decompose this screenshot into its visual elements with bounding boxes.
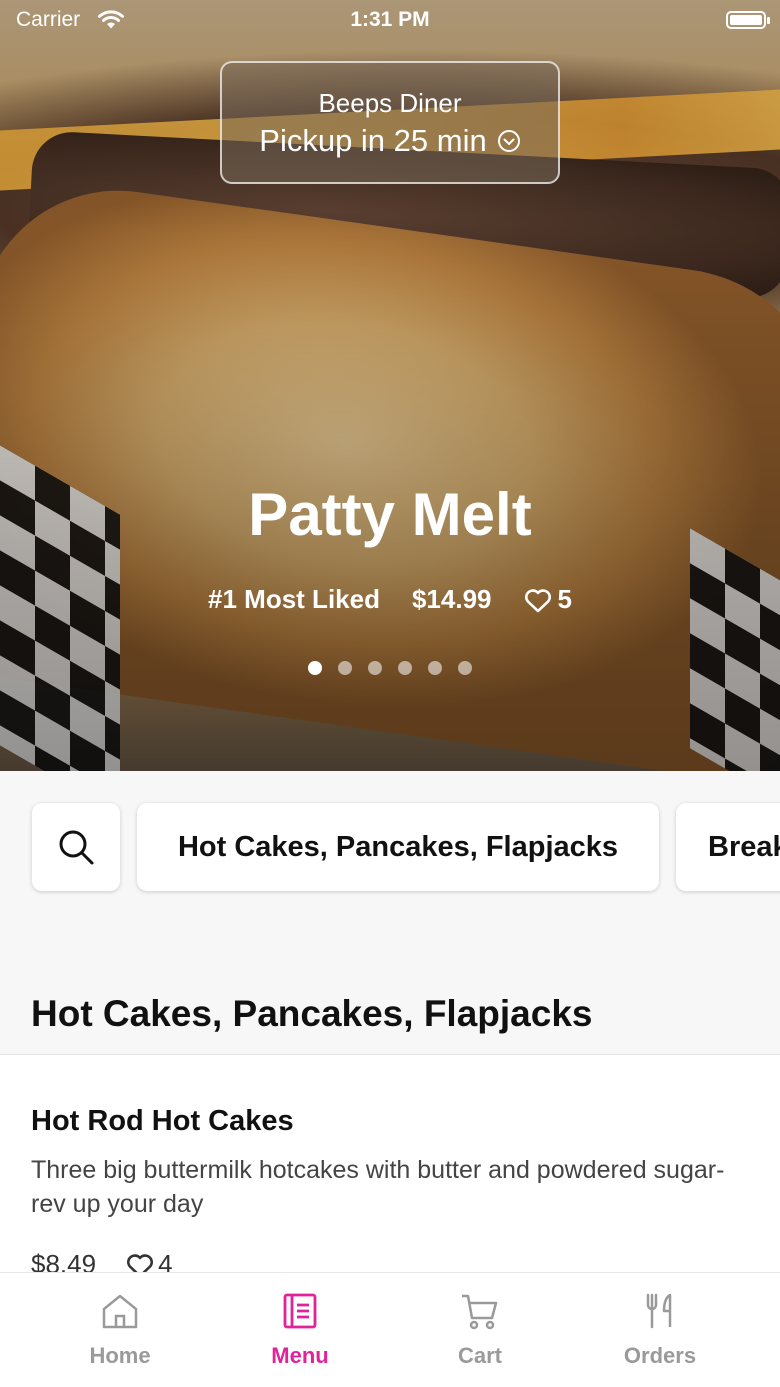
menu-item[interactable]: Hot Rod Hot Cakes Three big buttermilk h… bbox=[0, 1054, 780, 1294]
carousel-dots[interactable] bbox=[0, 661, 780, 675]
chevron-down-circle-icon bbox=[497, 130, 520, 152]
hero-price: $14.99 bbox=[411, 584, 492, 614]
carousel-dot[interactable] bbox=[398, 661, 412, 675]
restaurant-name: Beeps Diner bbox=[318, 88, 462, 118]
tab-orders[interactable]: Orders bbox=[570, 1291, 750, 1369]
menu-item-name: Hot Rod Hot Cakes bbox=[31, 1105, 294, 1137]
search-icon bbox=[59, 830, 94, 865]
menu-icon bbox=[283, 1293, 317, 1329]
category-chip[interactable]: Hot Cakes, Pancakes, Flapjacks bbox=[137, 803, 659, 891]
hero-rank: #1 Most Liked bbox=[208, 584, 380, 614]
tab-cart[interactable]: Cart bbox=[390, 1291, 570, 1369]
status-bar: Carrier 1:31 PM bbox=[0, 0, 780, 40]
section-title: Hot Cakes, Pancakes, Flapjacks bbox=[31, 993, 593, 1034]
carousel-dot[interactable] bbox=[458, 661, 472, 675]
carousel-dot[interactable] bbox=[428, 661, 442, 675]
carousel-dot[interactable] bbox=[368, 661, 382, 675]
carousel-dot[interactable] bbox=[338, 661, 352, 675]
hero-meta: #1 Most Liked $14.99 5 bbox=[0, 584, 780, 615]
tab-menu-label: Menu bbox=[271, 1343, 329, 1368]
tab-menu[interactable]: Menu bbox=[210, 1291, 390, 1369]
menu-item-description: Three big buttermilk hotcakes with butte… bbox=[31, 1156, 725, 1218]
category-bar: Hot Cakes, Pancakes, Flapjacks Breakfast bbox=[0, 771, 780, 941]
category-chip[interactable]: Breakfast bbox=[676, 803, 780, 891]
home-icon bbox=[102, 1294, 138, 1329]
tab-cart-label: Cart bbox=[457, 1343, 502, 1368]
tab-home[interactable]: Home bbox=[30, 1291, 210, 1369]
status-time: 1:31 PM bbox=[350, 8, 430, 31]
tab-bar: Home Menu Cart Orders bbox=[0, 1272, 780, 1387]
pickup-eta-label: Pickup in 25 min bbox=[259, 123, 487, 158]
carousel-dot[interactable] bbox=[308, 661, 322, 675]
hero-likes-count: 5 bbox=[557, 584, 572, 614]
heart-icon bbox=[524, 588, 551, 612]
pickup-eta: Pickup in 25 min bbox=[222, 123, 558, 159]
tab-orders-label: Orders bbox=[623, 1343, 697, 1368]
search-button[interactable] bbox=[32, 803, 120, 891]
pickup-selector[interactable]: Beeps Diner Pickup in 25 min bbox=[220, 61, 560, 184]
hero-title: Patty Melt bbox=[248, 481, 532, 548]
tab-home-label: Home bbox=[89, 1343, 151, 1368]
battery-icon bbox=[726, 11, 770, 29]
orders-icon bbox=[646, 1293, 672, 1329]
cart-icon bbox=[462, 1294, 498, 1330]
hero-likes[interactable]: 5 bbox=[524, 584, 572, 615]
